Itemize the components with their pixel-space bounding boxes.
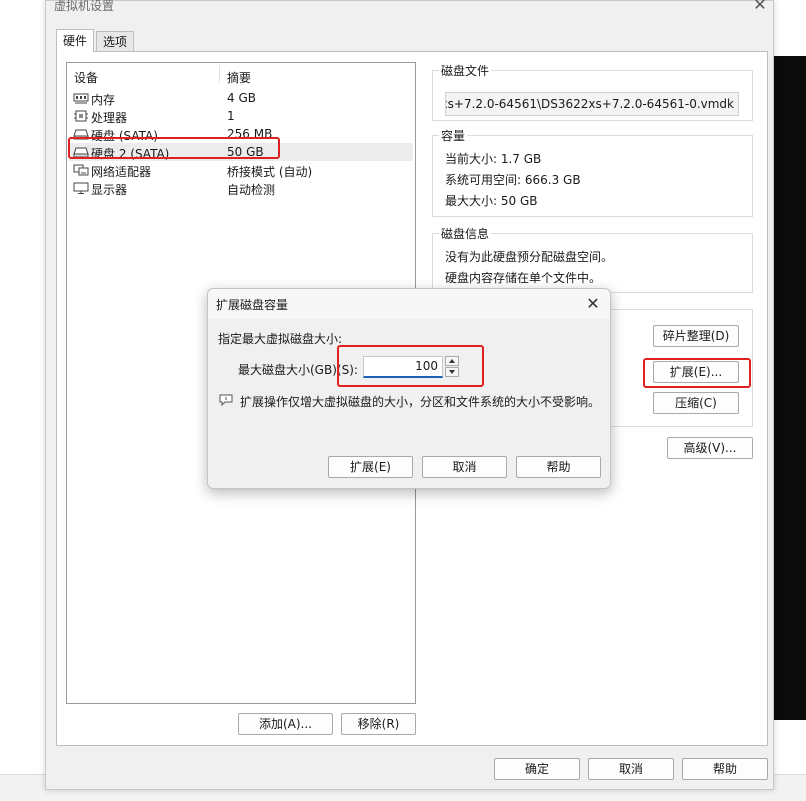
device-row-display[interactable]: 显示器 自动检测 [69, 179, 413, 197]
disk-info-line-1: 没有为此硬盘预分配磁盘空间。 [445, 250, 614, 264]
cpu-icon [74, 110, 88, 122]
disk-info-line-2: 硬盘内容存储在单个文件中。 [445, 271, 602, 285]
disk-file-path-field[interactable]: 622xs+7.2.0-64561\DS3622xs+7.2.0-64561-0… [445, 92, 739, 116]
highlight-expand-button [643, 358, 751, 388]
dialog-cancel-button[interactable]: 取消 [422, 456, 507, 478]
dialog-help-button[interactable]: 帮助 [516, 456, 601, 478]
compact-button[interactable]: 压缩(C) [653, 392, 739, 414]
device-name: 内存 [91, 93, 116, 107]
expand-disk-dialog: 扩展磁盘容量 ✕ 指定最大虚拟磁盘大小: 最大磁盘大小(GB)(S): 100 … [207, 288, 611, 489]
capacity-title: 容量 [439, 127, 468, 144]
current-size-text: 当前大小: 1.7 GB [445, 152, 542, 166]
device-summary: 1 [227, 109, 235, 123]
device-row-processor[interactable]: 处理器 1 [69, 107, 413, 125]
defragment-button[interactable]: 碎片整理(D) [653, 325, 739, 347]
help-button[interactable]: 帮助 [682, 758, 768, 780]
add-device-button[interactable]: 添加(A)... [238, 713, 333, 735]
tab-options[interactable]: 选项 [96, 31, 135, 52]
dialog-title-bar[interactable]: 扩展磁盘容量 ✕ [208, 289, 610, 319]
disk-file-path: 622xs+7.2.0-64561\DS3622xs+7.2.0-64561-0… [445, 97, 734, 111]
device-summary: 桥接模式 (自动) [227, 165, 313, 179]
memory-icon [73, 93, 89, 104]
device-row-network-adapter[interactable]: 网络适配器 桥接模式 (自动) [69, 161, 413, 179]
disk-info-group: 磁盘信息 没有为此硬盘预分配磁盘空间。 硬盘内容存储在单个文件中。 [432, 225, 753, 293]
info-note-icon [219, 394, 233, 406]
device-name: 显示器 [91, 183, 128, 197]
tab-hardware[interactable]: 硬件 [56, 29, 95, 52]
dialog-prompt: 指定最大虚拟磁盘大小: [218, 332, 343, 346]
column-separator[interactable] [219, 65, 220, 83]
network-adapter-icon [73, 164, 89, 176]
advanced-button[interactable]: 高级(V)... [667, 437, 753, 459]
disk-file-title: 磁盘文件 [439, 62, 492, 79]
disk-file-group: 磁盘文件 622xs+7.2.0-64561\DS3622xs+7.2.0-64… [432, 62, 753, 121]
device-summary: 4 GB [227, 91, 256, 105]
available-space-text: 系统可用空间: 666.3 GB [445, 173, 581, 187]
background-dark-area [774, 56, 806, 720]
dialog-title: 扩展磁盘容量 [216, 298, 289, 312]
disk-info-title: 磁盘信息 [439, 225, 492, 242]
device-row-memory[interactable]: 内存 4 GB [69, 89, 413, 107]
capacity-group: 容量 当前大小: 1.7 GB 系统可用空间: 666.3 GB 最大大小: 5… [432, 127, 753, 217]
remove-device-button[interactable]: 移除(R) [341, 713, 416, 735]
window-close-icon[interactable]: ✕ [750, 0, 770, 15]
dialog-close-icon[interactable]: ✕ [582, 293, 604, 315]
column-device[interactable]: 设备 [74, 69, 98, 86]
highlight-size-input [337, 345, 484, 387]
cancel-button[interactable]: 取消 [588, 758, 674, 780]
device-name: 处理器 [91, 111, 128, 125]
device-summary: 自动检测 [227, 183, 276, 197]
highlight-selected-disk [68, 137, 280, 159]
device-list-header: 设备 摘要 [67, 63, 415, 85]
window-title: 虚拟机设置 [54, 0, 115, 13]
dialog-note: 扩展操作仅增大虚拟磁盘的大小，分区和文件系统的大小不受影响。 [240, 395, 601, 409]
device-name: 网络适配器 [91, 165, 152, 179]
dialog-expand-button[interactable]: 扩展(E) [328, 456, 413, 478]
ok-button[interactable]: 确定 [494, 758, 580, 780]
max-size-text: 最大大小: 50 GB [445, 194, 538, 208]
column-summary[interactable]: 摘要 [227, 69, 251, 86]
display-icon [73, 182, 89, 194]
